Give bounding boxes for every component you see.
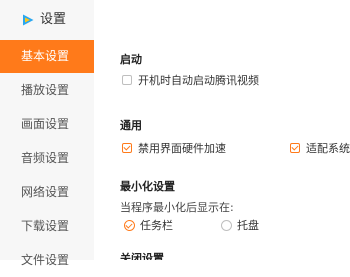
taskbar-label: 任务栏: [140, 219, 173, 232]
settings-content: 启动 开机时自动启动腾讯视频 通用 禁用界面硬件加速 适配系统 最小化设置 当程…: [94, 0, 350, 260]
auto-start-option[interactable]: 开机时自动启动腾讯视频: [122, 72, 259, 88]
disable-hw-accel-checkbox[interactable]: [122, 143, 132, 153]
disable-hw-accel-label: 禁用界面硬件加速: [138, 142, 226, 155]
general-section-title: 通用: [120, 119, 142, 132]
auto-start-checkbox[interactable]: [122, 75, 132, 85]
tray-radio[interactable]: [221, 219, 232, 231]
app-title: 设置: [40, 12, 67, 27]
sidebar-item-network[interactable]: 网络设置: [0, 176, 94, 209]
sidebar-item-file[interactable]: 文件设置: [0, 244, 94, 277]
auto-start-label: 开机时自动启动腾讯视频: [138, 74, 259, 87]
minimize-taskbar-option[interactable]: 任务栏: [124, 217, 173, 233]
close-section-title: 关闭设置: [120, 252, 164, 260]
sidebar-item-playback[interactable]: 播放设置: [0, 74, 94, 107]
adapt-system-checkbox[interactable]: [290, 143, 300, 153]
play-logo-icon: [23, 14, 34, 26]
sidebar: 设置 基本设置 播放设置 画面设置 音频设置 网络设置 下载设置 文件设置: [0, 0, 94, 267]
minimize-description: 当程序最小化后显示在:: [120, 201, 234, 214]
sidebar-item-basic[interactable]: 基本设置: [0, 40, 94, 73]
adapt-system-option[interactable]: 适配系统: [290, 140, 350, 156]
minimize-section-title: 最小化设置: [120, 180, 175, 193]
disable-hw-accel-option[interactable]: 禁用界面硬件加速: [122, 140, 226, 156]
sidebar-item-download[interactable]: 下载设置: [0, 210, 94, 243]
minimize-tray-option[interactable]: 托盘: [221, 217, 259, 233]
sidebar-item-audio[interactable]: 音频设置: [0, 142, 94, 175]
startup-section-title: 启动: [120, 53, 142, 66]
tray-label: 托盘: [237, 219, 259, 232]
adapt-system-label: 适配系统: [306, 142, 350, 155]
app-header: 设置: [0, 0, 94, 38]
sidebar-item-picture[interactable]: 画面设置: [0, 108, 94, 141]
taskbar-radio[interactable]: [124, 219, 135, 231]
